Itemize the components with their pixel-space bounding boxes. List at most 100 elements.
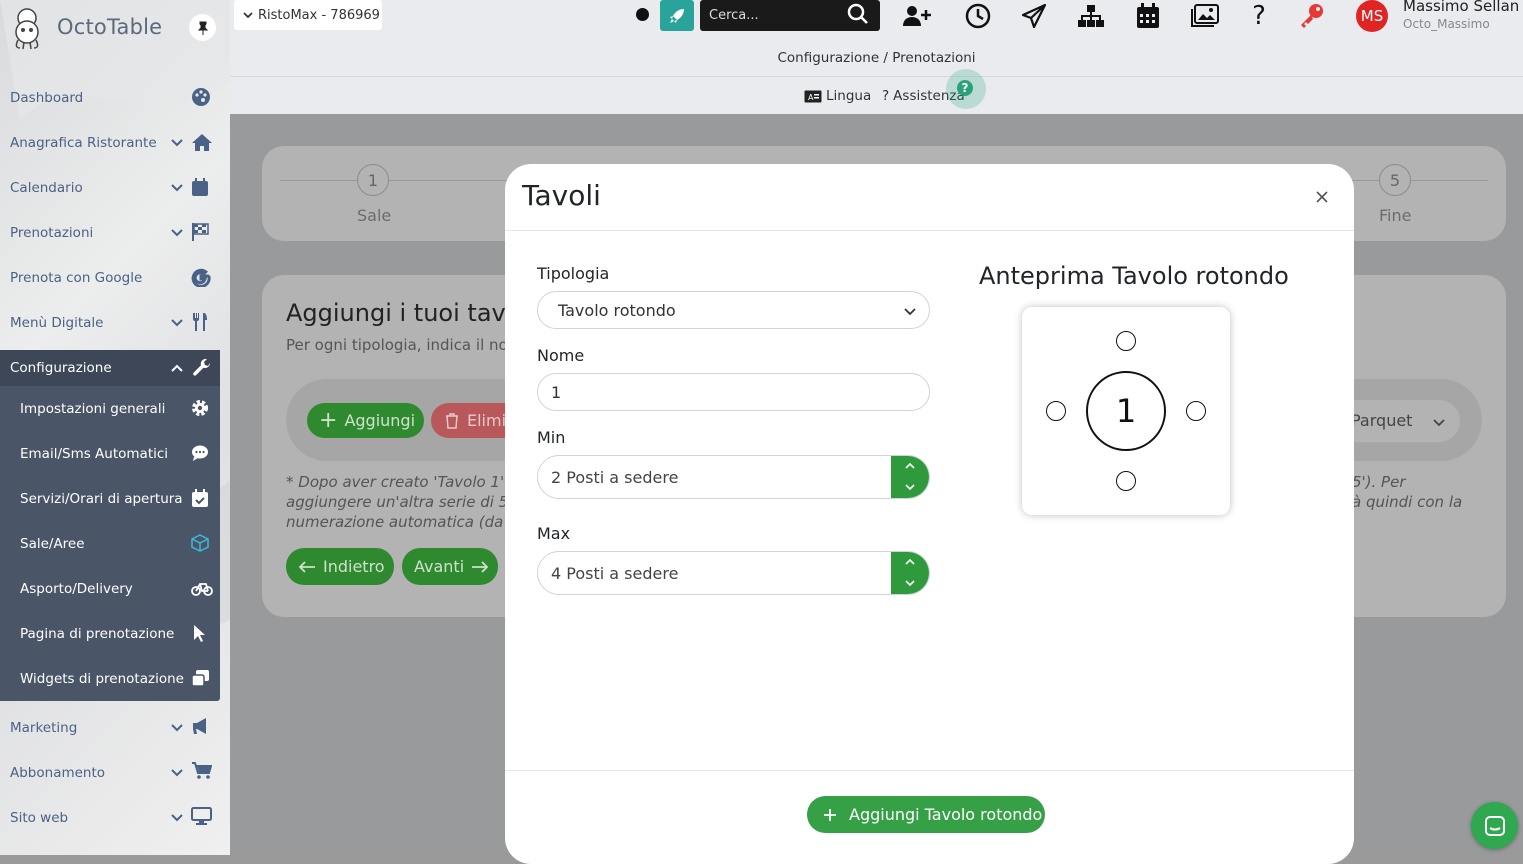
sidebar-subitem-label: Widgets di prenotazione: [20, 670, 184, 687]
sidebar-subitem-pagina-prenotazione[interactable]: Pagina di prenotazione: [0, 611, 220, 656]
gallery-button[interactable]: [1190, 2, 1220, 30]
lingua-link[interactable]: A Lingua: [804, 88, 871, 104]
pin-sidebar-button[interactable]: [189, 14, 216, 41]
chevron-up-icon[interactable]: [904, 557, 916, 567]
sidebar-item-prenotazioni[interactable]: Prenotazioni: [0, 210, 220, 255]
note-right: 5'). Per à quindi con la: [1352, 472, 1462, 512]
delete-button[interactable]: Elimi: [431, 403, 511, 438]
language-icon: A: [804, 90, 822, 102]
history-button[interactable]: [963, 2, 993, 30]
sidebar-subitem-label: Servizi/Orari di apertura: [20, 490, 183, 507]
sidebar-subitem-widgets[interactable]: Widgets di prenotazione: [0, 656, 220, 701]
sidebar-subitem-impostazioni[interactable]: Impostazioni generali: [0, 386, 220, 431]
add-round-table-button[interactable]: Aggiungi Tavolo rotondo: [807, 796, 1045, 833]
note-line: numerazione automatica (da: [286, 513, 504, 531]
min-stepper[interactable]: 2 Posti a sedere: [537, 455, 930, 499]
chevron-down-icon[interactable]: [904, 578, 916, 588]
chevron-down-icon[interactable]: [904, 482, 916, 492]
search-icon[interactable]: [846, 2, 870, 26]
chevron-down-icon: [171, 139, 183, 147]
user-name: Massimo Sellan: [1403, 0, 1520, 15]
modal-title: Tavoli: [522, 179, 601, 212]
structure-button[interactable]: [1076, 2, 1106, 30]
sidebar-subitem-asporto[interactable]: Asporto/Delivery: [0, 566, 220, 611]
calendar-button[interactable]: [1133, 2, 1163, 30]
add-button[interactable]: + Aggiungi: [307, 403, 424, 438]
key-button[interactable]: [1297, 2, 1327, 30]
max-stepper[interactable]: 4 Posti a sedere: [537, 551, 930, 595]
breadcrumb: Configurazione / Prenotazioni: [777, 50, 976, 66]
search-box: [700, 0, 880, 31]
chevron-down-icon: [171, 724, 183, 732]
chat-widget-button[interactable]: [1471, 802, 1518, 849]
plus-icon: +: [319, 408, 338, 433]
next-button[interactable]: Avanti: [402, 548, 498, 585]
area-select-value: Parquet: [1351, 411, 1413, 430]
bicycle-icon: [191, 583, 213, 596]
note-line: 5'). Per: [1352, 473, 1406, 491]
seat-left: [1046, 401, 1066, 421]
note-line: * Dopo aver creato 'Tavolo 1': [286, 473, 505, 491]
nome-input[interactable]: 1: [537, 373, 930, 411]
sidebar-item-label: Abbonamento: [10, 764, 106, 781]
min-label: Min: [537, 428, 566, 447]
chevron-down-icon: [243, 12, 253, 19]
rocket-button[interactable]: [660, 0, 694, 31]
send-button[interactable]: [1019, 2, 1049, 30]
breadcrumb-bar: Configurazione / Prenotazioni: [230, 40, 1523, 77]
max-label: Max: [537, 524, 571, 543]
monitor-icon: [191, 807, 212, 825]
search-input[interactable]: [709, 6, 839, 24]
utensils-icon: [193, 313, 207, 331]
user-plus-icon: [903, 6, 931, 26]
nome-label: Nome: [537, 346, 585, 365]
help-question-icon[interactable]: ?: [1244, 1, 1274, 31]
question-icon: ?: [882, 88, 890, 104]
chevron-up-icon[interactable]: [904, 461, 916, 471]
tipologia-select[interactable]: Tavolo rotondo: [537, 291, 930, 329]
sidebar-item-calendario[interactable]: Calendario: [0, 165, 220, 210]
sidebar-subitem-label: Impostazioni generali: [20, 400, 166, 417]
sidebar-item-anagrafica[interactable]: Anagrafica Ristorante: [0, 120, 220, 165]
widgets-icon: [191, 670, 209, 687]
modal-footer-divider: [505, 770, 1354, 771]
add-button-label: Aggiungi: [344, 411, 416, 430]
sidebar-item-dashboard[interactable]: Dashboard: [0, 75, 220, 120]
sidebar-subitem-sale-aree[interactable]: Sale/Aree: [0, 521, 220, 566]
preview-title: Anteprima Tavolo rotondo: [979, 262, 1289, 290]
sidebar-item-label: Marketing: [10, 719, 78, 736]
step-label: Fine: [1379, 206, 1412, 225]
sidebar-item-configurazione[interactable]: Configurazione: [0, 350, 220, 386]
top-bar: RistoMax - 786969 ? MS Massimo Sellan Oc…: [230, 0, 1523, 40]
palette-icon: [192, 88, 210, 106]
close-icon[interactable]: [1314, 189, 1330, 205]
svg-text:A: A: [808, 93, 814, 102]
chevron-down-icon: [171, 184, 183, 192]
sidebar-subitem-email-sms[interactable]: Email/Sms Automatici: [0, 431, 220, 476]
sidebar-item-marketing[interactable]: Marketing: [0, 705, 220, 750]
area-select[interactable]: Parquet: [1336, 400, 1460, 442]
min-stepper-buttons: [891, 456, 929, 498]
help-badge-icon[interactable]: ?: [957, 80, 973, 96]
pin-icon: [197, 21, 208, 35]
nome-input-value: 1: [551, 382, 562, 402]
avatar[interactable]: MS: [1356, 0, 1388, 32]
sidebar-item-menu-digitale[interactable]: Menù Digitale: [0, 300, 220, 345]
sidebar-item-sito-web[interactable]: Sito web: [0, 795, 220, 840]
sidebar-subitem-label: Sale/Aree: [20, 535, 85, 552]
restaurant-select-value: RistoMax - 786969: [258, 7, 380, 23]
add-user-button[interactable]: [902, 2, 932, 30]
chevron-up-icon: [171, 364, 183, 372]
cube-icon: [191, 534, 209, 552]
sidebar-item-abbonamento[interactable]: Abbonamento: [0, 750, 220, 795]
note-left: * Dopo aver creato 'Tavolo 1' aggiungere…: [286, 472, 508, 532]
back-button[interactable]: Indietro: [286, 548, 394, 585]
restaurant-select[interactable]: RistoMax - 786969: [234, 0, 382, 30]
sidebar-item-prenota-google[interactable]: Prenota con Google: [0, 255, 220, 300]
sidebar-subitem-servizi-orari[interactable]: Servizi/Orari di apertura: [0, 476, 220, 521]
images-icon: [1191, 4, 1219, 27]
next-button-label: Avanti: [414, 557, 465, 576]
sidebar-item-label: Configurazione: [10, 360, 112, 376]
chat-bubble-icon: [1484, 815, 1505, 836]
sidebar-subitem-label: Pagina di prenotazione: [20, 625, 175, 642]
